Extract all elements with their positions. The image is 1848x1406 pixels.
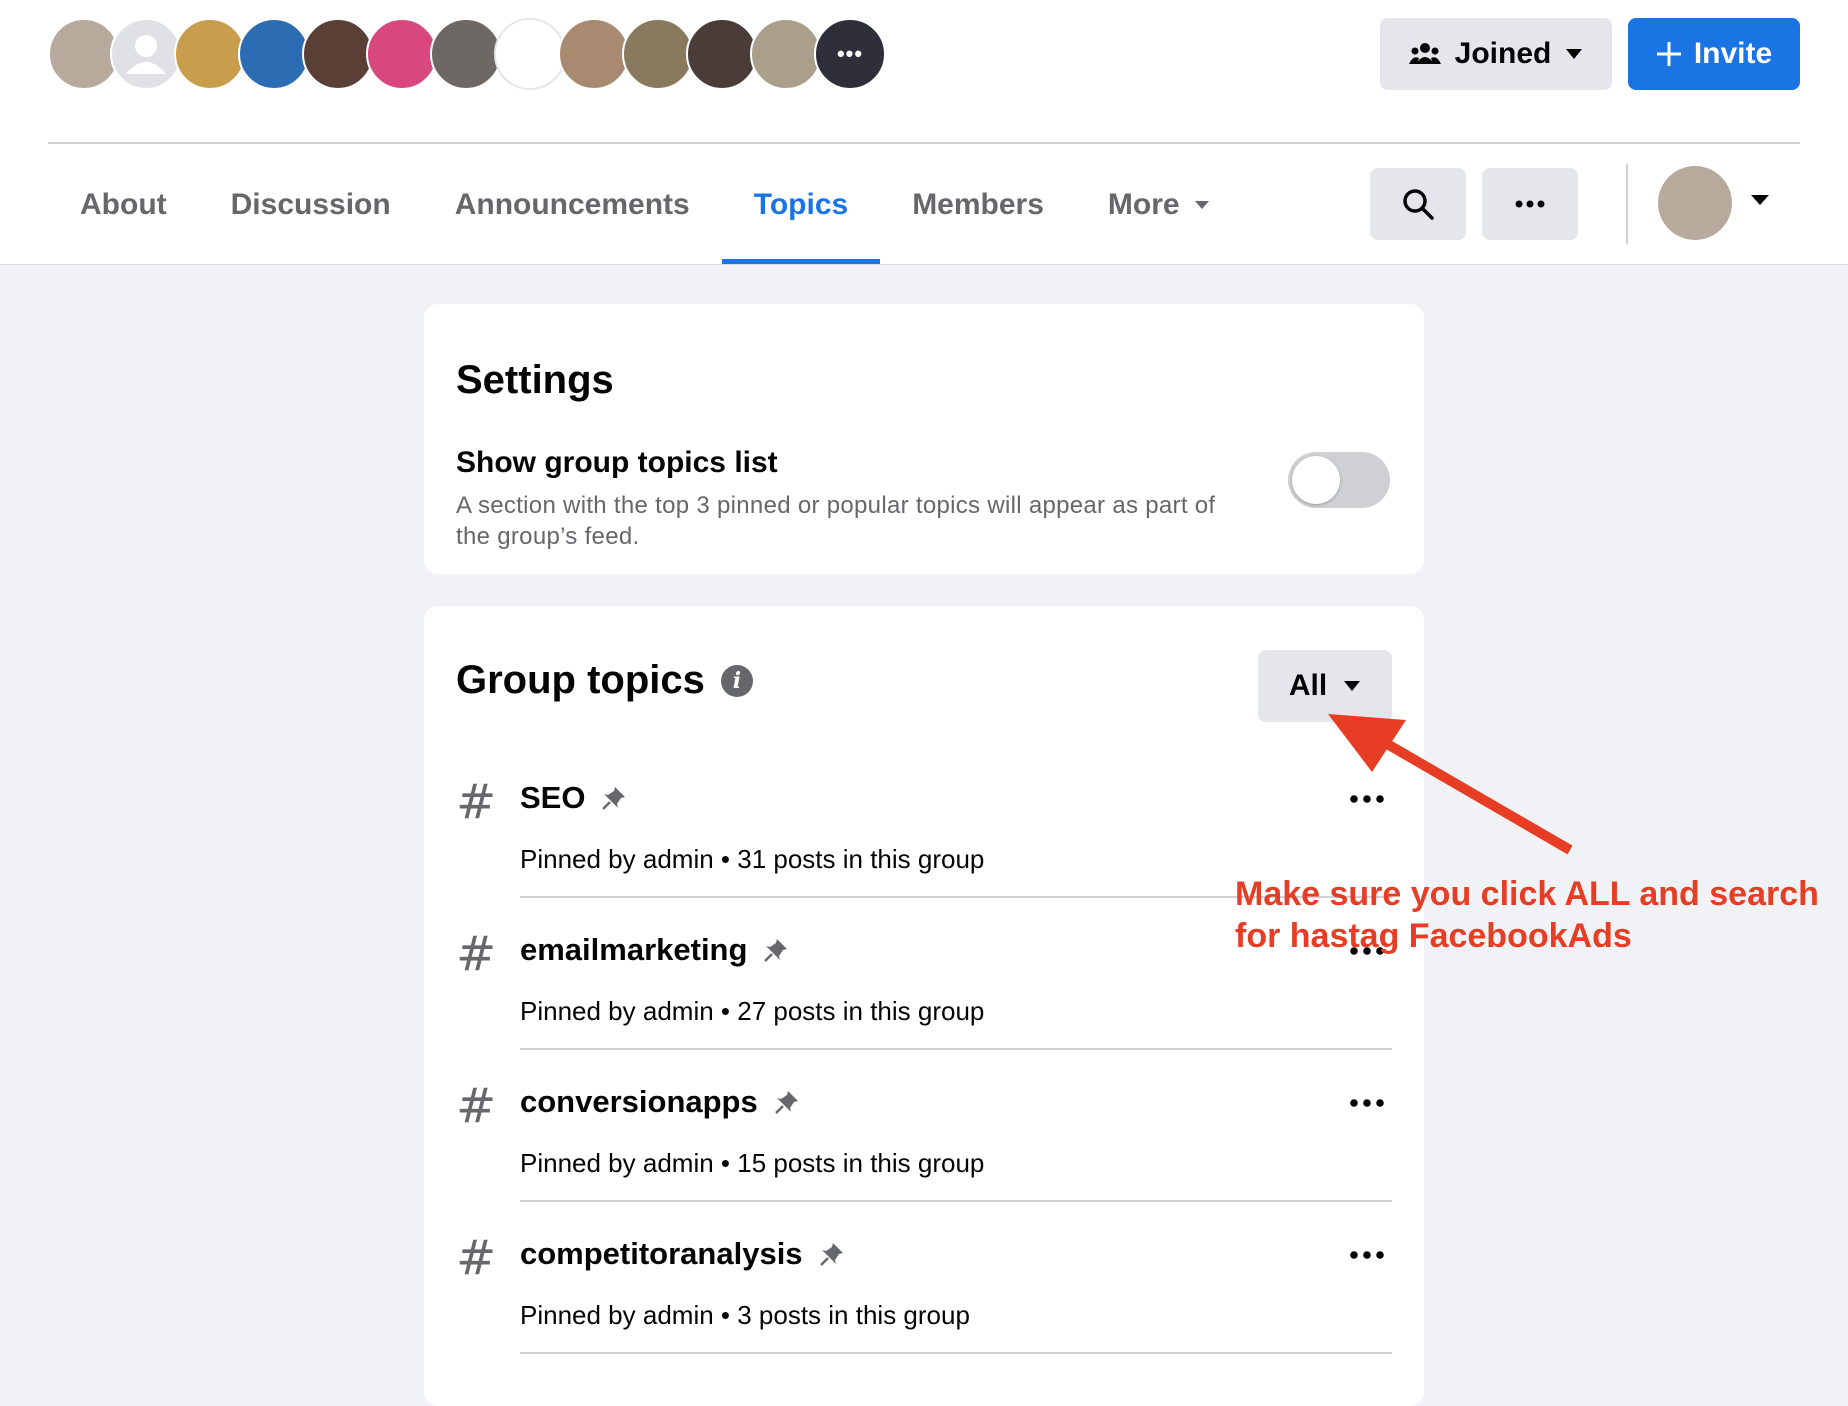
row-divider	[520, 1048, 1392, 1050]
group-tabs: About Discussion Announcements Topics Me…	[48, 146, 1242, 264]
member-avatar-placeholder[interactable]	[110, 18, 182, 90]
tab-label: Members	[912, 188, 1044, 221]
member-avatar[interactable]	[366, 18, 438, 90]
more-dots-icon: •••	[836, 41, 864, 66]
pin-icon	[602, 787, 626, 810]
annotation-text: Make sure you click ALL and search for h…	[1235, 875, 1819, 955]
joined-label: Joined	[1454, 37, 1552, 70]
tab-announcements[interactable]: Announcements	[423, 146, 722, 264]
profile-avatar[interactable]	[1658, 166, 1732, 240]
topic-name: competitoranalysis	[520, 1236, 803, 1271]
settings-title: Settings	[456, 358, 614, 402]
member-avatar[interactable]	[430, 18, 502, 90]
topic-meta: Pinned by admin • 31 posts in this group	[520, 844, 985, 874]
invite-button[interactable]: Invite	[1628, 18, 1800, 90]
topic-row[interactable]: # competitoranalysis Pinned by admin • 3…	[424, 1216, 1424, 1368]
toggle-title: Show group topics list	[456, 446, 778, 479]
info-icon[interactable]: i	[720, 664, 753, 697]
topic-meta: Pinned by admin • 15 posts in this group	[520, 1148, 985, 1178]
toggle-description: A section with the top 3 pinned or popul…	[456, 492, 1216, 550]
hashtag-icon: #	[456, 926, 497, 982]
tab-label: About	[80, 188, 167, 221]
tab-label: More	[1107, 188, 1180, 221]
topic-name: conversionapps	[520, 1084, 758, 1119]
member-avatar[interactable]	[622, 18, 694, 90]
more-members-avatar[interactable]: •••	[814, 18, 886, 90]
topic-name-group: emailmarketing	[520, 932, 789, 968]
member-avatar[interactable]	[238, 18, 310, 90]
member-avatar[interactable]	[686, 18, 758, 90]
topic-meta: Pinned by admin • 3 posts in this group	[520, 1300, 970, 1330]
invite-label: Invite	[1693, 37, 1773, 70]
tab-discussion[interactable]: Discussion	[199, 146, 423, 264]
tab-more[interactable]: More	[1076, 146, 1242, 264]
search-icon	[1403, 189, 1434, 220]
default-user-icon	[126, 35, 166, 74]
more-horizontal-icon	[1350, 1099, 1384, 1107]
group-topics-heading: Group topics i	[456, 658, 753, 703]
member-avatar[interactable]	[558, 18, 630, 90]
topic-name: SEO	[520, 780, 586, 815]
group-members-icon	[1408, 43, 1441, 64]
hashtag-icon: #	[456, 774, 497, 830]
topic-meta: Pinned by admin • 27 posts in this group	[520, 996, 985, 1026]
search-button[interactable]	[1370, 168, 1466, 240]
member-avatar[interactable]	[302, 18, 374, 90]
hashtag-icon: #	[456, 1230, 497, 1286]
toggle-knob	[1292, 456, 1340, 504]
toolbar-separator	[1626, 164, 1628, 244]
caret-down-icon	[1344, 681, 1361, 691]
group-header: ••• Joined Invite About Discussion Annou…	[0, 0, 1848, 265]
pin-icon	[819, 1243, 843, 1266]
annotation-arrow-icon	[1328, 714, 1573, 855]
tab-label: Discussion	[230, 188, 391, 221]
header-divider	[48, 142, 1800, 144]
topic-name-group: SEO	[520, 780, 627, 816]
hashtag-icon: #	[456, 1078, 497, 1134]
plus-icon	[1656, 42, 1681, 66]
joined-button[interactable]: Joined	[1380, 18, 1612, 90]
tab-label: Topics	[753, 188, 849, 221]
topic-name-group: competitoranalysis	[520, 1236, 845, 1272]
group-topics-card: Group topics i All # SEO Pinned by admin…	[424, 606, 1424, 1406]
caret-down-icon[interactable]	[1750, 194, 1770, 206]
member-avatar[interactable]	[494, 18, 566, 90]
row-divider	[520, 1200, 1392, 1202]
pin-icon	[774, 1091, 798, 1114]
tab-topics[interactable]: Topics	[721, 146, 881, 264]
topic-more-button[interactable]	[1342, 1240, 1392, 1270]
pin-icon	[764, 939, 788, 962]
tab-about[interactable]: About	[48, 146, 199, 264]
more-options-button[interactable]	[1482, 168, 1578, 240]
topic-more-button[interactable]	[1342, 1088, 1392, 1118]
settings-card: Settings Show group topics list A sectio…	[424, 304, 1424, 574]
topics-list-toggle[interactable]	[1288, 452, 1390, 508]
group-topics-title: Group topics	[456, 658, 705, 702]
topic-name-group: conversionapps	[520, 1084, 800, 1120]
more-horizontal-icon	[1515, 200, 1545, 208]
tab-label: Announcements	[454, 188, 690, 221]
caret-down-icon	[1566, 49, 1583, 59]
tab-members[interactable]: Members	[880, 146, 1076, 264]
more-horizontal-icon	[1350, 1251, 1384, 1259]
topic-row[interactable]: # conversionapps Pinned by admin • 15 po…	[424, 1064, 1424, 1216]
caret-down-icon	[1194, 201, 1209, 209]
member-avatar[interactable]	[174, 18, 246, 90]
row-divider	[520, 1352, 1392, 1354]
member-avatar[interactable]	[750, 18, 822, 90]
topic-name: emailmarketing	[520, 932, 748, 967]
filter-label: All	[1288, 669, 1328, 702]
